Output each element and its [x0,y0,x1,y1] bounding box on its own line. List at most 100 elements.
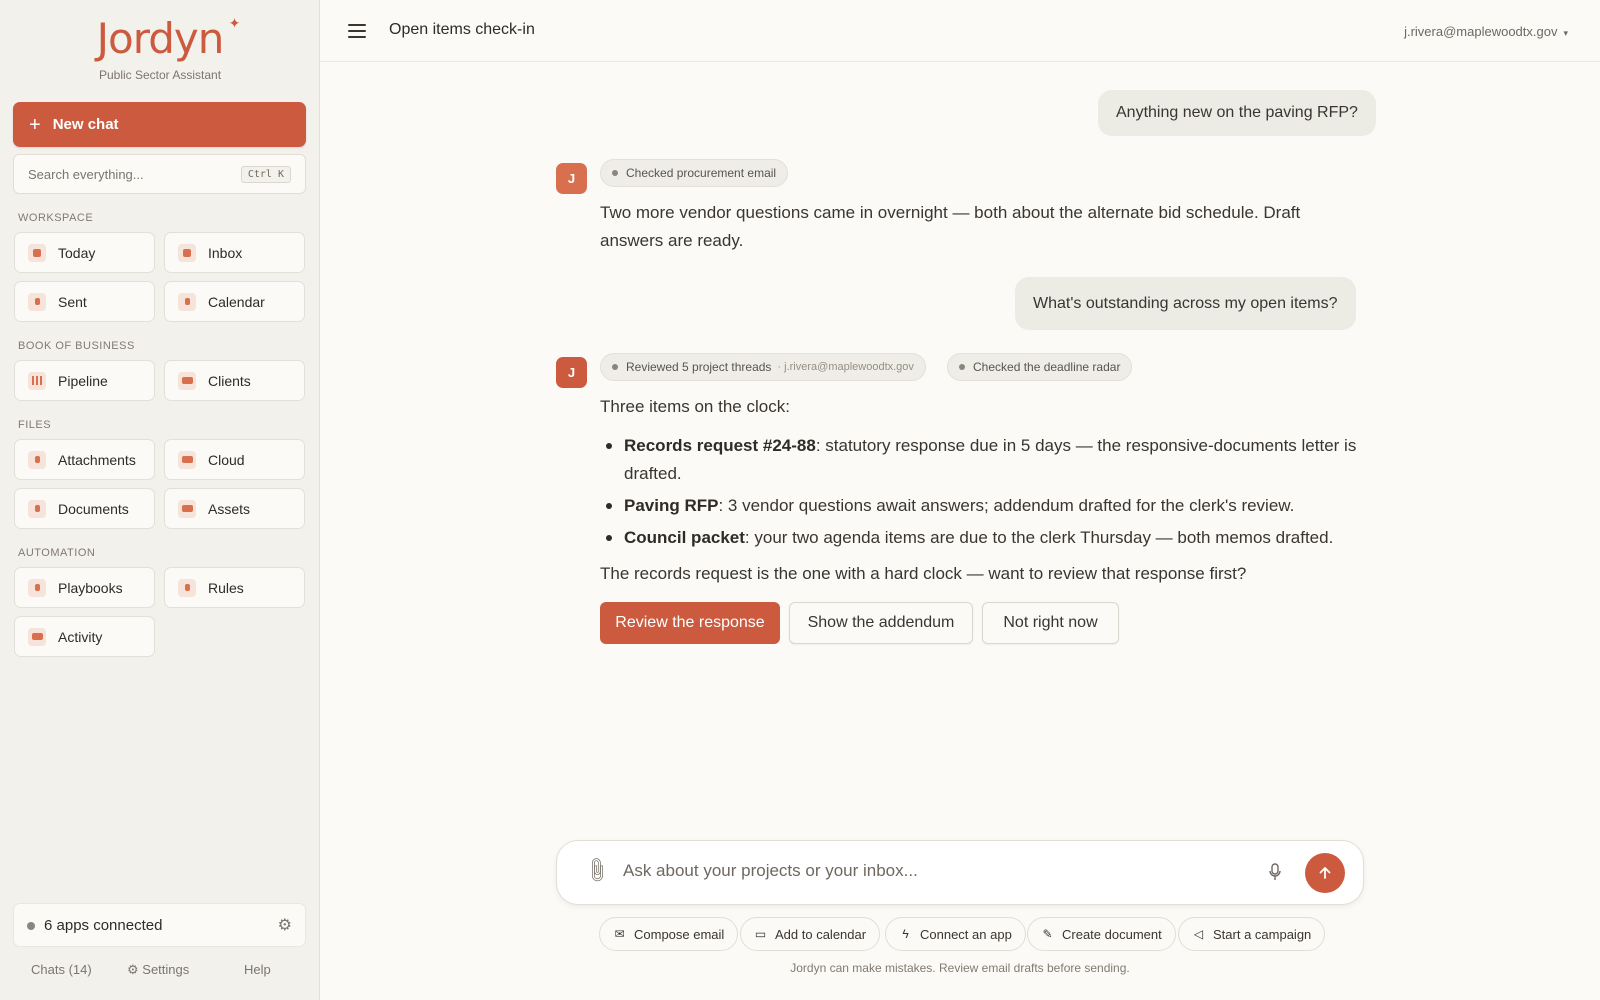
user-message: What's outstanding across my open items? [1015,277,1356,330]
section-label-automation: AUTOMATION [18,547,96,559]
pencil-icon: ✎ [1042,927,1053,941]
compose-email-button[interactable]: ✉ Compose email [599,917,739,951]
nav-item-calendar[interactable]: Calendar [164,281,305,322]
send-button[interactable] [1305,853,1345,893]
section-label-workspace: WORKSPACE [18,212,94,224]
review-response-button[interactable]: Review the response [600,602,780,644]
nav-item-label: Documents [58,500,129,517]
item-title: Records request #24-88 [624,436,816,455]
menu-icon[interactable] [348,24,366,38]
connect-app-button[interactable]: ϟ Connect an app [885,917,1026,951]
sun-icon [28,243,46,262]
nav-item-assets[interactable]: Assets [164,488,305,529]
quick-action-label: Add to calendar [775,926,867,942]
tool-step-chip[interactable]: Reviewed 5 project threads · j.rivera@map… [600,353,926,381]
new-chat-label: New chat [52,116,119,133]
account-menu[interactable]: j.rivera@maplewoodtx.gov ▾ [1404,24,1568,39]
search-input[interactable]: Search everything... Ctrl K [13,154,306,194]
status-dot-icon [612,364,618,370]
pipeline-icon [28,371,46,390]
gear-icon[interactable]: ⚙ [278,915,292,935]
assistant-avatar: J [556,163,587,194]
start-campaign-button[interactable]: ◁ Start a campaign [1178,917,1326,951]
show-addendum-button[interactable]: Show the addendum [789,602,973,644]
sidebar: Jordyn ✦ Public Sector Assistant + New ch… [0,0,320,1000]
create-document-button[interactable]: ✎ Create document [1027,917,1176,951]
nav-item-activity[interactable]: Activity [14,616,155,657]
apps-connected-status: 6 apps connected [27,917,162,934]
section-label-book-of-business: BOOK OF BUSINESS [18,340,135,352]
send-icon [28,292,46,311]
nav-item-label: Rules [208,579,244,596]
nav-item-sent[interactable]: Sent [14,281,155,322]
nav-item-label: Activity [58,628,103,645]
nav-item-documents[interactable]: Documents [14,488,155,529]
brand-subtitle: Public Sector Assistant [98,68,222,82]
nav-item-label: Cloud [208,451,245,468]
tool-step-chip[interactable]: Checked the deadline radar [947,353,1133,381]
rules-icon [178,578,196,597]
assistant-closing: The records request is the one with a ha… [600,564,1247,583]
chat-input[interactable] [623,861,1243,881]
mail-icon: ✉ [614,927,625,941]
apps-connected-label: 6 apps connected [44,916,163,934]
search-shortcut: Ctrl K [240,165,291,183]
inbox-icon [178,243,196,262]
quick-action-label: Compose email [634,926,725,942]
composer: 📎︎ [556,840,1364,905]
cloud-icon [178,450,196,469]
add-to-calendar-button[interactable]: ▭ Add to calendar [740,917,881,951]
megaphone-icon: ◁ [1193,927,1204,941]
nav-item-playbooks[interactable]: Playbooks [14,567,155,608]
settings-label: Settings [142,962,190,977]
activity-icon [28,627,46,646]
plug-icon: ϟ [902,927,909,941]
search-placeholder: Search everything... [28,166,144,182]
nav-item-inbox[interactable]: Inbox [164,232,305,273]
quick-action-label: Start a campaign [1213,926,1312,942]
microphone-icon[interactable] [1269,863,1281,881]
help-link[interactable]: Help [244,962,271,977]
list-item: Council packet: your two agenda items ar… [600,524,1360,552]
quick-action-label: Connect an app [920,926,1012,942]
settings-link[interactable]: ⚙ Settings [127,962,189,978]
plus-icon: + [29,113,41,136]
item-title: Council packet [624,528,745,547]
assistant-message: Two more vendor questions came in overni… [600,203,1301,250]
not-right-now-button[interactable]: Not right now [982,602,1119,644]
chats-link[interactable]: Chats (14) [31,962,92,977]
user-message-text: Anything new on the paving RFP? [1116,104,1358,121]
quick-action-label: Create document [1062,926,1162,942]
list-item: Records request #24-88: statutory respon… [600,432,1360,488]
calendar-icon [178,292,196,311]
document-icon [28,499,46,518]
status-dot-icon [612,170,618,176]
top-header: Open items check-in j.rivera@maplewoodtx… [320,0,1600,62]
section-label-files: FILES [18,419,52,431]
nav-item-label: Clients [208,372,251,389]
clients-icon [178,371,196,390]
new-chat-button[interactable]: + New chat [13,102,306,147]
nav-item-rules[interactable]: Rules [164,567,305,608]
page-title: Open items check-in [389,21,535,38]
nav-item-attachments[interactable]: Attachments [14,439,155,480]
item-text: : 3 vendor questions await answers; adde… [718,496,1295,515]
paperclip-icon [28,450,46,469]
nav-item-label: Assets [208,500,251,517]
status-dot-icon [959,364,965,370]
gear-icon: ⚙ [127,962,143,977]
caret-down-icon: ▾ [1563,28,1568,38]
nav-item-label: Calendar [208,293,265,310]
tool-step-chip[interactable]: Checked procurement email [600,159,789,187]
tool-step-label: Checked procurement email [626,166,777,180]
assistant-avatar: J [556,357,587,388]
nav-item-clients[interactable]: Clients [164,360,305,401]
nav-item-cloud[interactable]: Cloud [164,439,305,480]
paperclip-icon[interactable]: 📎︎ [581,855,612,886]
sparkle-icon: ✦ [228,16,241,32]
nav-item-today[interactable]: Today [14,232,155,273]
brand-logo[interactable]: Jordyn ✦ [0,14,320,63]
nav-item-pipeline[interactable]: Pipeline [14,360,155,401]
image-icon [178,499,196,518]
apps-connected-bar[interactable]: 6 apps connected ⚙ [13,903,306,947]
